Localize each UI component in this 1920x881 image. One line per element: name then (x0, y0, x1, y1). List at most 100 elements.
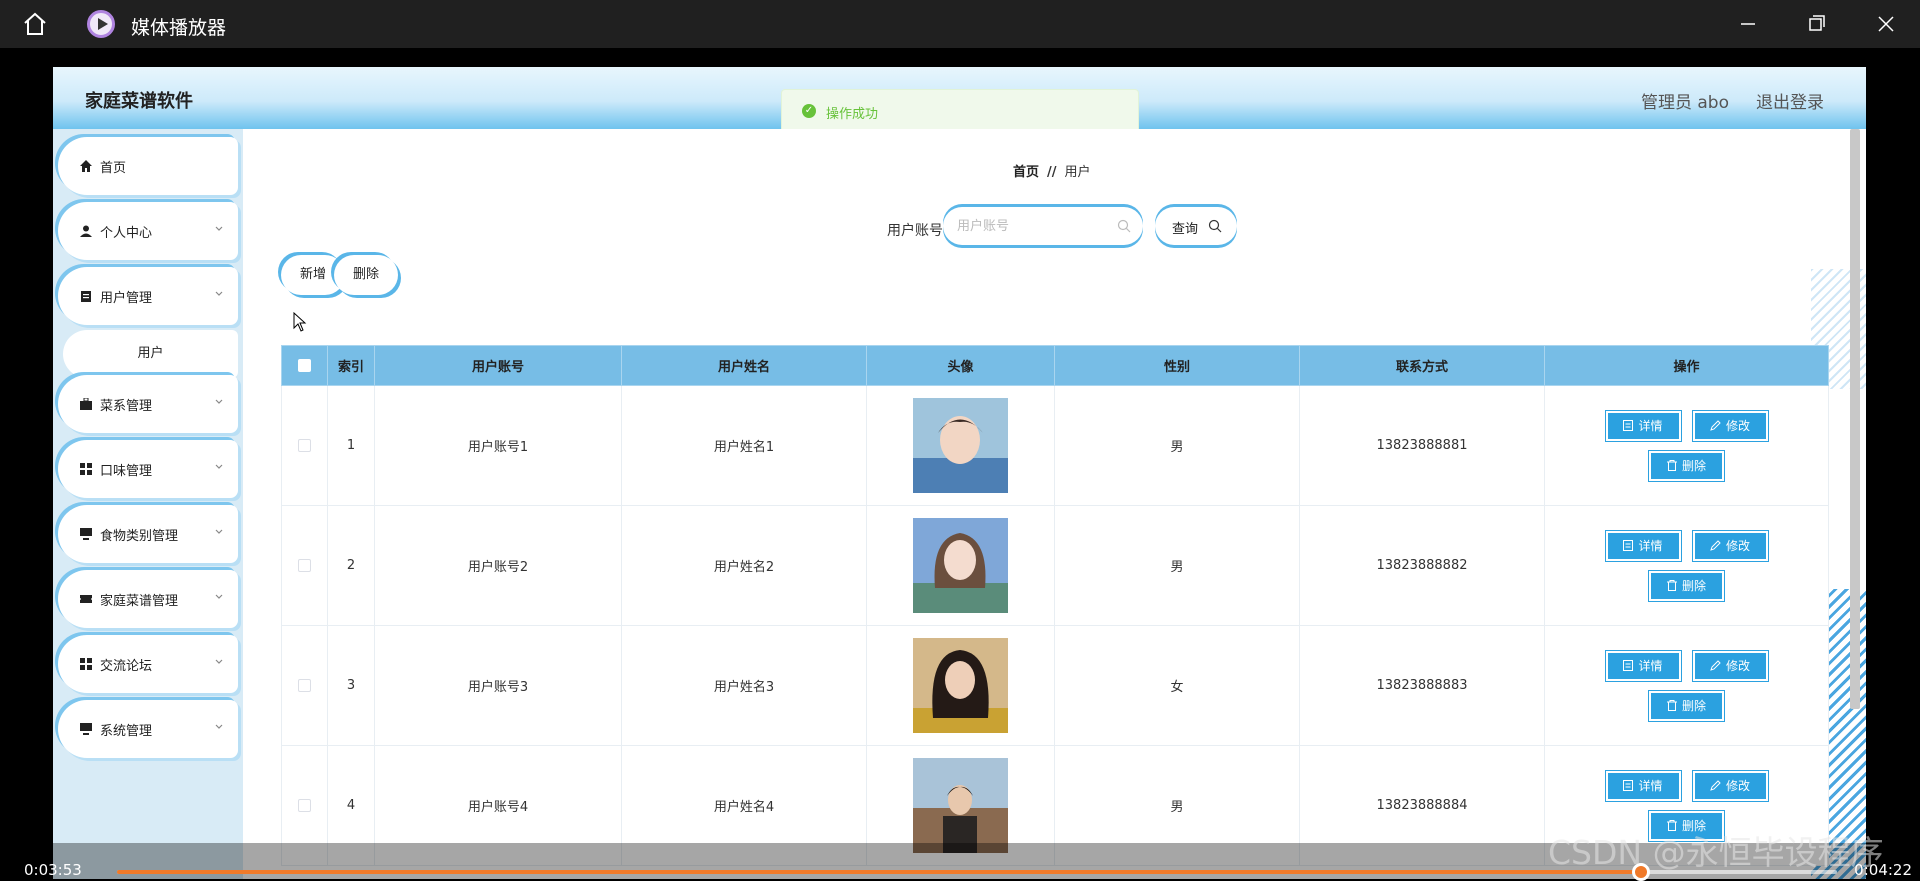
sidebar-item-label: 家庭菜谱管理 (100, 594, 179, 609)
grid-icon (80, 658, 92, 670)
edit-label: 修改 (1725, 659, 1750, 673)
restore-icon[interactable] (1796, 10, 1836, 38)
account-cell: 用户账号3 (374, 625, 622, 746)
table-row: 2 用户账号2 用户姓名2 男 13823888882 详情 修改 删除 (281, 505, 1829, 626)
sidebar-item-cuisine[interactable]: 菜系管理 (58, 375, 238, 433)
breadcrumb-separator: // (1047, 165, 1057, 180)
detail-button[interactable]: 详情 (1604, 409, 1682, 442)
briefcase-icon (80, 398, 92, 410)
mouse-cursor-icon (293, 312, 307, 332)
sidebar-subitem-user[interactable]: 用户 (63, 330, 238, 378)
row-checkbox[interactable] (298, 799, 311, 812)
query-button[interactable]: 查询 (1155, 207, 1237, 245)
account-cell: 用户账号1 (374, 385, 622, 506)
ticket-icon (80, 595, 92, 603)
avatar-cell (866, 505, 1055, 626)
row-select-cell (281, 625, 328, 746)
watermark: CSDN @永恒毕设程序 (1548, 833, 1884, 872)
account-cell: 用户账号2 (374, 505, 622, 626)
pencil-icon (1710, 420, 1721, 431)
column-header: 联系方式 (1299, 345, 1545, 386)
breadcrumb-home[interactable]: 首页 (1013, 165, 1039, 180)
chevron-down-icon (215, 464, 223, 469)
search-input[interactable] (943, 207, 1143, 245)
detail-button[interactable]: 详情 (1604, 649, 1682, 682)
avatar[interactable] (913, 398, 1008, 493)
success-toast: ✓ 操作成功 (781, 89, 1139, 133)
detail-label: 详情 (1638, 419, 1663, 433)
sidebar-item-label: 口味管理 (100, 464, 153, 479)
select-all-checkbox[interactable] (298, 359, 311, 372)
sidebar-item-profile[interactable]: 个人中心 (58, 202, 238, 260)
player-titlebar: 媒体播放器 (0, 0, 1920, 48)
user-info: 管理员 abo (1640, 93, 1729, 113)
breadcrumb: 首页 // 用户 (1013, 161, 1091, 180)
toast-message: 操作成功 (826, 107, 879, 122)
edit-label: 修改 (1725, 539, 1750, 553)
sidebar-item-food-category[interactable]: 食物类别管理 (58, 505, 238, 563)
trash-icon (1666, 460, 1677, 471)
table-row: 3 用户账号3 用户姓名3 女 13823888883 详情 修改 删除 (281, 625, 1829, 746)
name-cell: 用户姓名2 (621, 505, 867, 626)
sidebar-item-forum[interactable]: 交流论坛 (58, 635, 238, 693)
main-content: 首页//用户 用户账号 查询 新增 删除 索引 用户账号 用户姓名 头像 (243, 129, 1866, 879)
player-title: 媒体播放器 (131, 17, 227, 39)
sidebar-item-home[interactable]: 首页 (58, 137, 238, 195)
edit-button[interactable]: 修改 (1691, 649, 1769, 682)
user-icon (80, 225, 92, 237)
edit-label: 修改 (1725, 419, 1750, 433)
detail-button[interactable]: 详情 (1604, 769, 1682, 802)
chevron-down-icon (215, 399, 223, 404)
sidebar-item-family-recipe[interactable]: 家庭菜谱管理 (58, 570, 238, 628)
index-cell: 3 (327, 625, 375, 746)
avatar-cell (866, 625, 1055, 746)
edit-button[interactable]: 修改 (1691, 529, 1769, 562)
edit-button[interactable]: 修改 (1691, 409, 1769, 442)
delete-button[interactable]: 删除 (1648, 569, 1725, 602)
chevron-down-icon (215, 291, 223, 296)
trash-icon (1666, 580, 1677, 591)
delete-button[interactable]: 删除 (1648, 449, 1725, 482)
home-icon (80, 160, 92, 172)
sidebar-item-system[interactable]: 系统管理 (58, 700, 238, 758)
batch-delete-button[interactable]: 删除 (334, 255, 398, 295)
sidebar-item-label: 交流论坛 (100, 659, 153, 674)
grid-icon (80, 463, 92, 475)
gender-cell: 男 (1054, 385, 1300, 506)
sidebar-item-user-management[interactable]: 用户管理 (58, 267, 238, 325)
pencil-icon (1710, 660, 1721, 671)
row-checkbox[interactable] (298, 679, 311, 692)
detail-label: 详情 (1638, 779, 1663, 793)
app-title: 家庭菜谱软件 (85, 91, 193, 112)
column-header: 索引 (327, 345, 375, 386)
select-all-cell (281, 345, 328, 386)
delete-button[interactable]: 删除 (1648, 689, 1725, 722)
chevron-down-icon (215, 659, 223, 664)
sidebar: 首页 个人中心 用户管理 用户 菜系管理 口味管理 食物类别管理 家庭菜谱管理 … (53, 129, 243, 879)
query-label: 查询 (1172, 222, 1199, 237)
index-cell: 2 (327, 505, 375, 626)
edit-button[interactable]: 修改 (1691, 769, 1769, 802)
home-icon[interactable] (22, 12, 48, 36)
logout-link[interactable]: 退出登录 (1756, 88, 1824, 113)
name-cell: 用户姓名1 (621, 385, 867, 506)
current-time: 0:03:53 (24, 861, 82, 879)
row-checkbox[interactable] (298, 439, 311, 452)
detail-button[interactable]: 详情 (1604, 529, 1682, 562)
chevron-down-icon (215, 226, 223, 231)
avatar[interactable] (913, 638, 1008, 733)
row-checkbox[interactable] (298, 559, 311, 572)
close-icon[interactable] (1865, 10, 1905, 38)
detail-label: 详情 (1638, 659, 1663, 673)
chevron-down-icon (215, 529, 223, 534)
phone-cell: 13823888881 (1299, 385, 1545, 506)
minimize-icon[interactable] (1727, 10, 1767, 38)
column-header: 用户姓名 (621, 345, 867, 386)
document-icon (1623, 420, 1634, 431)
sidebar-item-flavor[interactable]: 口味管理 (58, 440, 238, 498)
avatar[interactable] (913, 518, 1008, 613)
sidebar-item-label: 用户管理 (100, 291, 153, 306)
table-row: 1 用户账号1 用户姓名1 男 13823888881 详情 修改 删除 (281, 385, 1829, 506)
vertical-scrollbar[interactable] (1850, 129, 1860, 709)
avatar[interactable] (913, 758, 1008, 853)
